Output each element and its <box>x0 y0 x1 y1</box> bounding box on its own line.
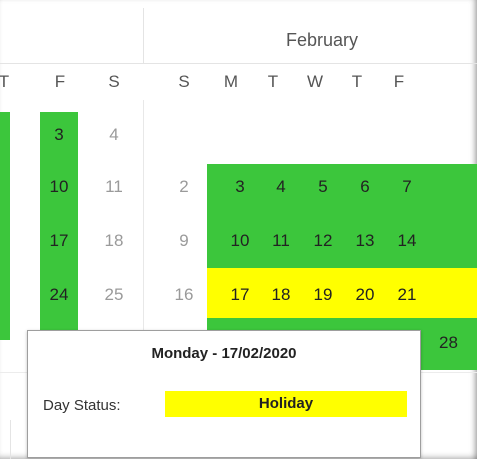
prev-thu-column <box>0 112 10 340</box>
tooltip-title: Monday - 17/02/2020 <box>151 345 297 362</box>
day-cell[interactable]: 9 <box>164 218 204 264</box>
day-header-wed: W <box>306 72 324 91</box>
day-cell[interactable]: 2 <box>164 164 204 210</box>
day-cell[interactable]: 13 <box>345 218 385 264</box>
day-cell[interactable]: 4 <box>94 112 134 158</box>
day-cell[interactable]: 7 <box>387 164 427 210</box>
day-status-badge: Holiday <box>165 391 407 417</box>
day-cell[interactable]: 28 <box>420 320 477 366</box>
day-cell[interactable]: 5 <box>303 164 343 210</box>
month-divider <box>143 8 144 64</box>
day-header-sat-prev: S <box>108 72 120 91</box>
day-cell[interactable]: 16 <box>164 272 204 318</box>
day-header-tue: T <box>267 72 279 91</box>
day-header-thu: T <box>351 72 363 91</box>
day-tooltip: Monday - 17/02/2020 Day Status: Holiday <box>27 330 421 458</box>
left-edge-fragment <box>0 420 11 459</box>
day-header-fri-prev: F <box>54 72 66 91</box>
calendar-panel: February T F S S M T W T F 3 4 10 11 2 3… <box>0 0 477 459</box>
holiday-day-cell[interactable]: 19 <box>303 272 343 318</box>
holiday-day-cell[interactable]: 20 <box>345 272 385 318</box>
day-header-fri: F <box>393 72 405 91</box>
day-status-label: Day Status: <box>43 397 121 414</box>
day-cell[interactable]: 11 <box>261 218 301 264</box>
day-cell[interactable]: 6 <box>345 164 385 210</box>
day-cell[interactable]: 3 <box>40 112 78 158</box>
day-cell[interactable]: 10 <box>40 164 78 210</box>
day-header-mon: M <box>223 72 239 91</box>
day-cell[interactable]: 12 <box>303 218 343 264</box>
holiday-day-cell[interactable]: 18 <box>261 272 301 318</box>
day-cell[interactable]: 3 <box>220 164 260 210</box>
month-header <box>0 8 477 64</box>
day-header-thu-prev: T <box>0 72 10 91</box>
day-cell[interactable]: 18 <box>94 218 134 264</box>
day-cell[interactable]: 14 <box>387 218 427 264</box>
day-cell[interactable]: 24 <box>40 272 78 318</box>
day-cell[interactable]: 25 <box>94 272 134 318</box>
day-cell[interactable]: 10 <box>220 218 260 264</box>
holiday-day-cell[interactable]: 17 <box>220 272 260 318</box>
day-cell[interactable]: 4 <box>261 164 301 210</box>
holiday-day-cell[interactable]: 21 <box>387 272 427 318</box>
day-header-sun: S <box>178 72 190 91</box>
month-name: February <box>286 30 359 50</box>
day-cell[interactable]: 11 <box>94 164 134 210</box>
day-cell[interactable]: 17 <box>40 218 78 264</box>
